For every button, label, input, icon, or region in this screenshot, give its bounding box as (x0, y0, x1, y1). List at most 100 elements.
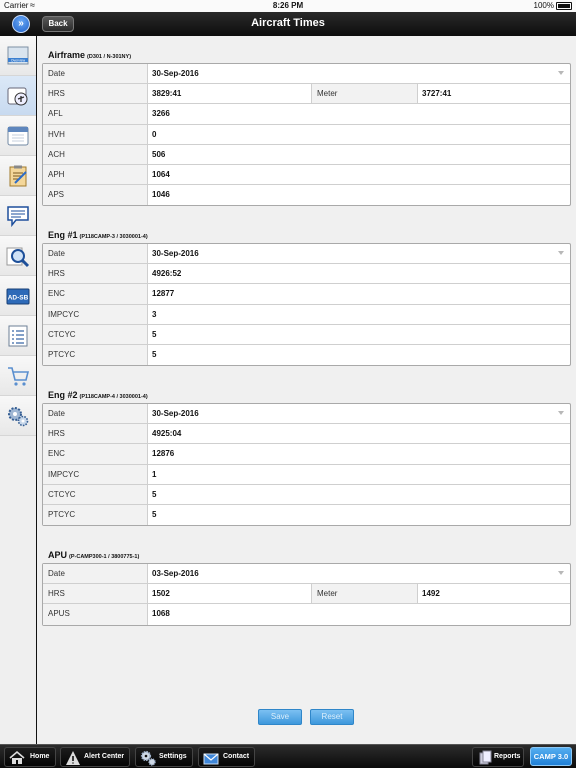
reports-icon (479, 750, 492, 765)
meter-label: Meter (312, 84, 418, 104)
afl-field[interactable]: 3266 (148, 104, 570, 123)
table-row: APUS 1068 (43, 604, 570, 625)
hrs-field[interactable]: 3829:41 (148, 84, 312, 104)
table-row: APS 1046 (43, 185, 570, 206)
list-icon (8, 325, 28, 347)
eng1-table: Date 30-Sep-2016 HRS 4926:52 ENC 12877 I… (42, 243, 571, 367)
calendar-icon (7, 126, 29, 146)
table-row[interactable]: Date 30-Sep-2016 (43, 64, 570, 85)
table-row: CTCYC 5 (43, 324, 570, 345)
apus-field[interactable]: 1068 (148, 604, 570, 624)
table-row: AFL 3266 (43, 104, 570, 125)
table-row: ACH 506 (43, 144, 570, 165)
aps-field[interactable]: 1046 (148, 185, 570, 205)
enc-field[interactable]: 12877 (148, 284, 570, 303)
section-title-eng1: Eng #1 (P118CAMP-3 / 3030001-4) (48, 230, 148, 240)
sidebar-item-calendar[interactable] (0, 116, 36, 156)
home-icon (9, 750, 25, 764)
ctcyc-label: CTCYC (43, 484, 148, 504)
ad-sb-icon: AD-SB (6, 288, 30, 305)
section-title-text: Airframe (48, 50, 86, 60)
hrs-field[interactable]: 4926:52 (148, 264, 570, 283)
aps-label: APS (43, 185, 148, 206)
chevron-down-icon[interactable] (558, 411, 564, 415)
aph-field[interactable]: 1064 (148, 165, 570, 184)
meter-field[interactable]: 3727:41 (418, 84, 570, 103)
chevron-down-icon[interactable] (558, 71, 564, 75)
section-title-text: Eng #1 (48, 230, 78, 240)
battery-percent: 100% (533, 1, 554, 10)
chevron-down-icon[interactable] (558, 571, 564, 575)
impcyc-field[interactable]: 1 (148, 465, 570, 484)
sidebar-item-cart[interactable] (0, 356, 36, 396)
sidebar-item-list[interactable] (0, 316, 36, 356)
sidebar-item-messages[interactable] (0, 196, 36, 236)
sidebar-item-search[interactable] (0, 236, 36, 276)
sidebar-item-settings[interactable] (0, 396, 36, 436)
search-icon (6, 247, 30, 268)
chevron-down-icon[interactable] (558, 251, 564, 255)
date-field[interactable]: 03-Sep-2016 (148, 564, 570, 583)
table-row[interactable]: Date 03-Sep-2016 (43, 564, 570, 585)
enc-label: ENC (43, 444, 148, 464)
apus-label: APUS (43, 604, 148, 625)
table-row: HRS 3829:41 Meter 3727:41 (43, 84, 570, 105)
camp-button[interactable]: CAMP 3.0 (530, 747, 572, 766)
hvh-label: HVH (43, 124, 148, 144)
cart-icon (8, 367, 30, 386)
ptcyc-field[interactable]: 5 (148, 345, 570, 365)
date-label: Date (43, 64, 148, 84)
reports-button[interactable]: Reports (472, 747, 524, 767)
sidebar: Overview AD-SB (0, 36, 37, 744)
table-row: HRS 4926:52 (43, 264, 570, 285)
home-button[interactable]: Home (4, 747, 56, 767)
sidebar-item-checklist[interactable] (0, 156, 36, 196)
airframe-table: Date 30-Sep-2016 HRS 3829:41 Meter 3727:… (42, 63, 571, 207)
date-field[interactable]: 30-Sep-2016 (148, 244, 570, 263)
hvh-field[interactable]: 0 (148, 125, 570, 144)
table-row[interactable]: Date 30-Sep-2016 (43, 244, 570, 265)
ptcyc-field[interactable]: 5 (148, 505, 570, 525)
alert-center-button[interactable]: Alert Center (60, 747, 130, 767)
ctcyc-field[interactable]: 5 (148, 485, 570, 504)
table-row: IMPCYC 3 (43, 304, 570, 325)
reset-button[interactable]: Reset (310, 709, 354, 725)
settings-button[interactable]: Settings (135, 747, 193, 767)
table-row[interactable]: Date 30-Sep-2016 (43, 404, 570, 425)
sidebar-item-aircraft-times[interactable] (0, 76, 36, 116)
overview-icon: Overview (7, 46, 29, 65)
sidebar-item-ad-sb[interactable]: AD-SB (0, 276, 36, 316)
section-title-text: Eng #2 (48, 390, 78, 400)
contact-label: Contact (223, 753, 250, 760)
nav-bar: » Back Aircraft Times (0, 12, 576, 36)
hrs-field[interactable]: 1502 (148, 584, 312, 604)
ach-label: ACH (43, 144, 148, 164)
section-title-airframe: Airframe (D301 / N-301NY) (48, 50, 131, 60)
section-title-apu: APU (P-CAMP300-1 / 3800775-1) (48, 550, 139, 560)
meter-field[interactable]: 1492 (418, 584, 570, 603)
ctcyc-field[interactable]: 5 (148, 325, 570, 344)
impcyc-label: IMPCYC (43, 464, 148, 484)
contact-button[interactable]: Contact (198, 747, 255, 767)
table-row: IMPCYC 1 (43, 464, 570, 485)
save-button[interactable]: Save (258, 709, 302, 725)
impcyc-field[interactable]: 3 (148, 305, 570, 324)
battery-icon (556, 2, 572, 10)
status-bar: Carrier ≈ 8:26 PM 100% (0, 0, 576, 12)
sidebar-item-overview[interactable]: Overview (0, 36, 36, 76)
hrs-field[interactable]: 4925:04 (148, 424, 570, 443)
date-field[interactable]: 30-Sep-2016 (148, 64, 570, 83)
date-field[interactable]: 30-Sep-2016 (148, 404, 570, 423)
svg-text:Overview: Overview (11, 58, 26, 62)
enc-field[interactable]: 12876 (148, 444, 570, 463)
hrs-label: HRS (43, 84, 148, 104)
section-subtitle: (P118CAMP-4 / 3030001-4) (79, 394, 148, 400)
warning-icon (66, 751, 80, 765)
ach-field[interactable]: 506 (148, 145, 570, 164)
clock: 8:26 PM (272, 1, 304, 10)
reports-label: Reports (494, 753, 521, 760)
checklist-icon (9, 165, 27, 187)
ptcyc-label: PTCYC (43, 504, 148, 526)
svg-text:AD-SB: AD-SB (8, 295, 29, 302)
table-row: ENC 12876 (43, 444, 570, 465)
